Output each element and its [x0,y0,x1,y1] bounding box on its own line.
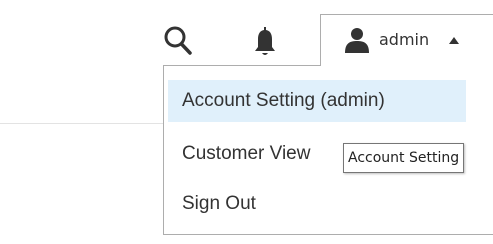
menu-item-customer-view[interactable]: Customer View [168,133,324,175]
caret-up-icon [449,37,459,44]
menu-item-account-setting[interactable]: Account Setting (admin) [168,80,466,122]
account-name: admin [379,30,430,49]
header-divider [0,123,170,124]
menu-item-sign-out[interactable]: Sign Out [168,183,270,225]
account-toggle-button[interactable]: admin [320,14,493,66]
user-icon [345,28,369,53]
bell-icon[interactable] [254,27,276,57]
search-icon[interactable] [163,25,193,57]
tooltip: Account Setting [343,143,465,173]
